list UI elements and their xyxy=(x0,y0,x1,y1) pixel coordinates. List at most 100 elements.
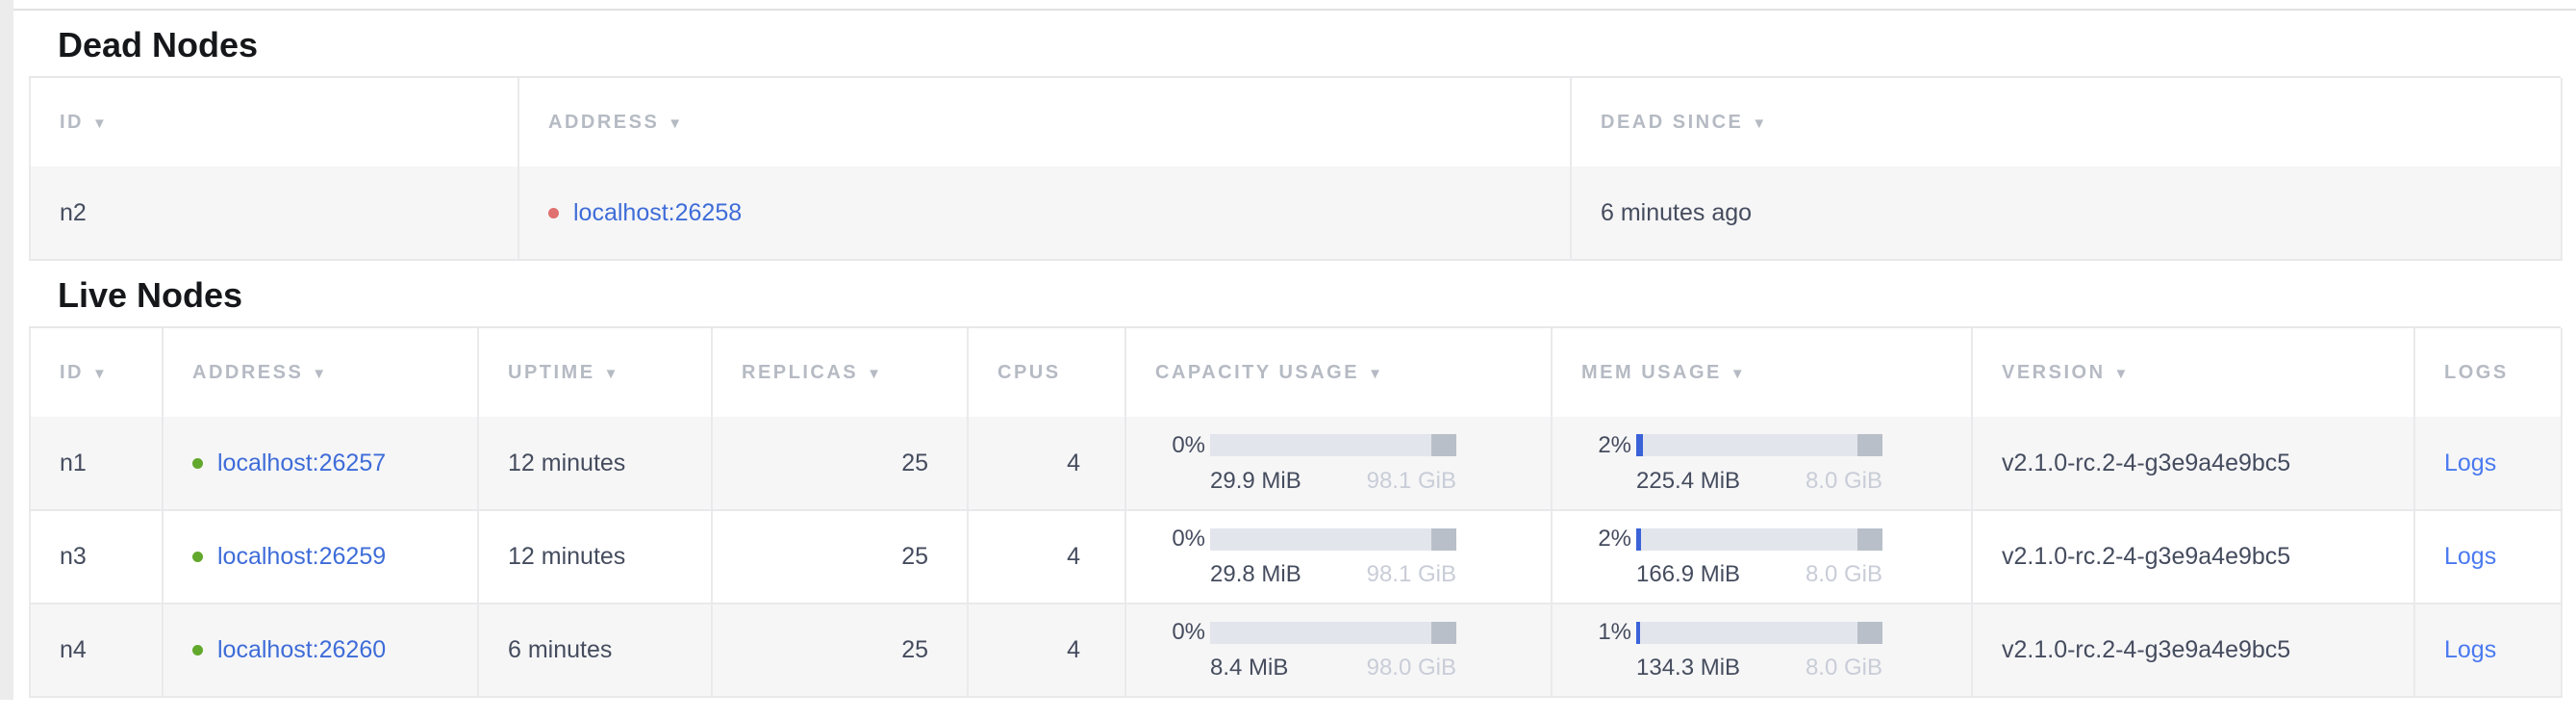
column-header-id[interactable]: ID ▼ xyxy=(30,328,163,417)
usage-percent: 0% xyxy=(1163,526,1205,553)
node-address-cell: localhost:26258 xyxy=(518,167,1571,260)
node-address-link[interactable]: localhost:26258 xyxy=(573,199,742,226)
sort-desc-icon: ▼ xyxy=(2114,366,2131,382)
live-nodes-title: Live Nodes xyxy=(29,261,2561,328)
sort-desc-icon: ▼ xyxy=(1730,366,1747,382)
usage-total-value: 98.1 GiB xyxy=(1367,561,1456,588)
node-id-cell: n4 xyxy=(30,604,163,697)
replicas-cell: 25 xyxy=(712,604,968,697)
usage-total-value: 8.0 GiB xyxy=(1806,655,1882,681)
logs-link[interactable]: Logs xyxy=(2444,543,2496,570)
logs-cell: Logs xyxy=(2414,510,2562,604)
sort-desc-icon: ▼ xyxy=(867,366,883,382)
mem-usage-widget: 2% 166.9 MiB 8.0 GiB xyxy=(1581,526,1971,588)
node-id-cell: n3 xyxy=(30,510,163,604)
live-nodes-section: Live Nodes ID▼ ADDRESS▼ UP xyxy=(13,261,2576,698)
usage-total-value: 98.1 GiB xyxy=(1367,468,1456,495)
uptime-cell: 6 minutes xyxy=(478,604,712,697)
usage-bar-fill xyxy=(1636,434,1643,456)
logs-link[interactable]: Logs xyxy=(2444,450,2496,476)
live-nodes-header-row: ID▼ ADDRESS▼ UPTIME▼ REPLICAS▼ CPUS xyxy=(30,328,2562,417)
column-header-label: ID xyxy=(60,362,84,383)
column-header-version[interactable]: VERSION ▼ xyxy=(1972,328,2414,417)
node-address-cell: localhost:26260 xyxy=(163,604,478,697)
usage-used-value: 166.9 MiB xyxy=(1636,561,1740,588)
logs-cell: Logs xyxy=(2414,417,2562,510)
node-id-cell: n2 xyxy=(30,167,518,260)
sort-desc-icon: ▼ xyxy=(668,116,684,132)
usage-bar-cap xyxy=(1857,622,1882,644)
mem-usage-widget: 1% 134.3 MiB 8.0 GiB xyxy=(1581,619,1971,681)
logs-cell: Logs xyxy=(2414,604,2562,697)
table-row: n3 localhost:26259 12 minutes 25 4 0% xyxy=(30,510,2562,604)
dead-status-dot-icon xyxy=(548,208,559,219)
usage-total-value: 8.0 GiB xyxy=(1806,468,1882,495)
column-header-logs: LOGS xyxy=(2414,328,2562,417)
cpus-cell: 4 xyxy=(968,510,1125,604)
usage-used-value: 8.4 MiB xyxy=(1210,655,1288,681)
live-nodes-table: ID▼ ADDRESS▼ UPTIME▼ REPLICAS▼ CPUS xyxy=(29,328,2563,698)
column-header-label: DEAD SINCE xyxy=(1601,112,1743,133)
column-header-label: CPUS xyxy=(998,362,1061,383)
column-header-uptime[interactable]: UPTIME▼ xyxy=(478,328,712,417)
column-header-replicas[interactable]: REPLICAS▼ xyxy=(712,328,968,417)
column-header-dead-since[interactable]: DEAD SINCE ▼ xyxy=(1571,78,2562,167)
node-address-link[interactable]: localhost:26257 xyxy=(217,450,386,476)
dead-nodes-table: ID▼ ADDRESS ▼ DEAD SINCE ▼ n2 xyxy=(29,78,2563,261)
uptime-cell: 12 minutes xyxy=(478,417,712,510)
sort-desc-icon: ▼ xyxy=(312,366,328,382)
node-address-link[interactable]: localhost:26260 xyxy=(217,636,386,663)
mem-usage-cell: 1% 134.3 MiB 8.0 GiB xyxy=(1552,604,1972,697)
live-status-dot-icon xyxy=(192,645,203,656)
node-address-cell: localhost:26257 xyxy=(163,417,478,510)
version-cell: v2.1.0-rc.2-4-g3e9a4e9bc5 xyxy=(1972,604,2414,697)
usage-percent: 0% xyxy=(1163,432,1205,459)
node-address-link[interactable]: localhost:26259 xyxy=(217,543,386,570)
usage-total-value: 8.0 GiB xyxy=(1806,561,1882,588)
column-header-label: ADDRESS xyxy=(548,112,659,133)
column-header-id[interactable]: ID▼ xyxy=(30,78,518,167)
column-header-cpus: CPUS xyxy=(968,328,1125,417)
cpus-cell: 4 xyxy=(968,417,1125,510)
usage-bar-cap xyxy=(1857,434,1882,456)
column-header-label: ID xyxy=(60,112,84,133)
capacity-usage-cell: 0% 29.9 MiB 98.1 GiB xyxy=(1125,417,1552,510)
node-id-cell: n1 xyxy=(30,417,163,510)
node-address-cell: localhost:26259 xyxy=(163,510,478,604)
column-header-label: CAPACITY USAGE xyxy=(1155,362,1359,383)
cpus-cell: 4 xyxy=(968,604,1125,697)
usage-percent: 2% xyxy=(1589,526,1631,553)
version-cell: v2.1.0-rc.2-4-g3e9a4e9bc5 xyxy=(1972,510,2414,604)
mem-usage-widget: 2% 225.4 MiB 8.0 GiB xyxy=(1581,432,1971,495)
dead-nodes-header-row: ID▼ ADDRESS ▼ DEAD SINCE ▼ xyxy=(30,78,2562,167)
column-header-label: VERSION xyxy=(2002,362,2106,383)
usage-used-value: 29.9 MiB xyxy=(1210,468,1301,495)
usage-bar xyxy=(1210,528,1456,551)
logs-link[interactable]: Logs xyxy=(2444,636,2496,663)
sort-desc-icon: ▼ xyxy=(92,366,109,382)
mem-usage-cell: 2% 166.9 MiB 8.0 GiB xyxy=(1552,510,1972,604)
dead-nodes-title: Dead Nodes xyxy=(29,11,2561,78)
usage-percent: 0% xyxy=(1163,619,1205,646)
sort-desc-icon: ▼ xyxy=(1752,116,1768,132)
column-header-capacity-usage[interactable]: CAPACITY USAGE▼ xyxy=(1125,328,1552,417)
usage-bar-cap xyxy=(1431,622,1456,644)
page-left-gutter xyxy=(0,0,13,700)
column-header-mem-usage[interactable]: MEM USAGE▼ xyxy=(1552,328,1972,417)
column-header-label: UPTIME xyxy=(508,362,595,383)
usage-used-value: 134.3 MiB xyxy=(1636,655,1740,681)
live-status-dot-icon xyxy=(192,552,203,562)
capacity-usage-widget: 0% 29.8 MiB 98.1 GiB xyxy=(1155,526,1551,588)
column-header-address[interactable]: ADDRESS ▼ xyxy=(518,78,1571,167)
usage-used-value: 29.8 MiB xyxy=(1210,561,1301,588)
usage-used-value: 225.4 MiB xyxy=(1636,468,1740,495)
column-header-label: LOGS xyxy=(2444,362,2509,383)
column-header-address[interactable]: ADDRESS▼ xyxy=(163,328,478,417)
usage-bar-fill xyxy=(1636,622,1640,644)
usage-bar xyxy=(1636,528,1882,551)
dead-since-cell: 6 minutes ago xyxy=(1571,167,2562,260)
version-cell: v2.1.0-rc.2-4-g3e9a4e9bc5 xyxy=(1972,417,2414,510)
mem-usage-cell: 2% 225.4 MiB 8.0 GiB xyxy=(1552,417,1972,510)
usage-bar-fill xyxy=(1636,528,1641,551)
dead-nodes-section: Dead Nodes ID▼ ADDRESS ▼ DEAD SINCE ▼ xyxy=(13,9,2576,261)
